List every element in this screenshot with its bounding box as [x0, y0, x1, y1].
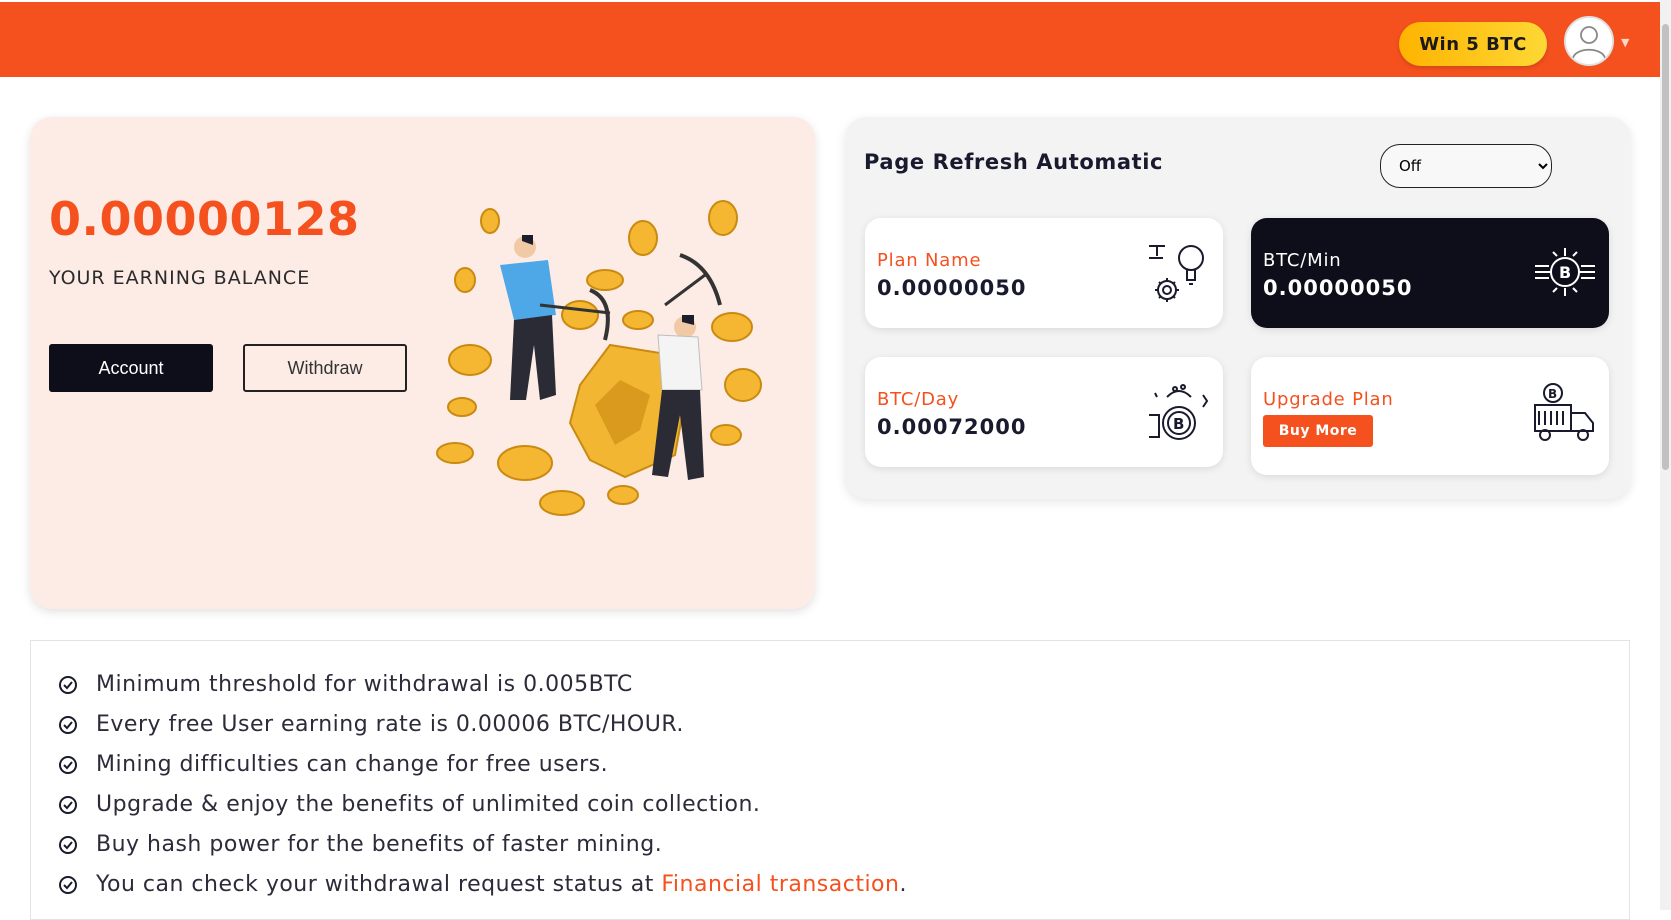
info-item-text: Mining difficulties can change for free …: [96, 752, 609, 777]
scrollbar-thumb[interactable]: [1662, 24, 1669, 470]
info-item-text: Every free User earning rate is 0.00006 …: [96, 712, 684, 737]
svg-text:B: B: [1548, 387, 1557, 401]
buy-more-button[interactable]: Buy More: [1263, 415, 1373, 447]
check-circle-icon: [59, 796, 77, 814]
btc-per-min-stat: BTC/Min 0.00000050 B: [1251, 218, 1609, 328]
user-avatar-icon[interactable]: [1564, 16, 1614, 66]
info-item: Mining difficulties can change for free …: [58, 751, 907, 791]
stat-value: 0.00072000: [877, 415, 1027, 439]
info-item: You can check your withdrawal request st…: [58, 871, 907, 911]
check-circle-icon: [59, 756, 77, 774]
info-item-text: Minimum threshold for withdrawal is 0.00…: [96, 672, 633, 697]
stat-value: 0.00000050: [877, 276, 1027, 300]
info-item-text: Upgrade & enjoy the benefits of unlimite…: [96, 792, 761, 817]
info-list: Minimum threshold for withdrawal is 0.00…: [58, 671, 907, 911]
check-circle-icon: [59, 676, 77, 694]
info-item: Buy hash power for the benefits of faste…: [58, 831, 907, 871]
plan-name-stat: Plan Name 0.00000050: [865, 218, 1223, 328]
earning-balance-value: 0.00000128: [49, 192, 360, 246]
refresh-select[interactable]: Off: [1380, 144, 1552, 188]
stat-label: Upgrade Plan: [1263, 389, 1394, 410]
withdraw-button[interactable]: Withdraw: [243, 344, 407, 392]
check-circle-icon: [59, 716, 77, 734]
win-btc-button[interactable]: Win 5 BTC: [1399, 22, 1547, 66]
account-button[interactable]: Account: [49, 344, 213, 392]
miner-right: [652, 253, 722, 480]
bitcoin-mining-illustration: [436, 200, 762, 516]
stat-label: BTC/Day: [877, 389, 960, 410]
svg-text:B: B: [1173, 415, 1184, 433]
plan-gear-bulb-icon: [1149, 245, 1204, 302]
info-item: Every free User earning rate is 0.00006 …: [58, 711, 907, 751]
info-item: Upgrade & enjoy the benefits of unlimite…: [58, 791, 907, 831]
financial-transaction-link[interactable]: Financial transaction: [661, 872, 899, 897]
bitcoin-chip-icon: B: [1535, 248, 1595, 296]
stat-value: 0.00000050: [1263, 276, 1413, 300]
btc-per-day-stat: BTC/Day 0.00072000 B: [865, 357, 1223, 467]
stat-label: Plan Name: [877, 250, 982, 271]
info-item-suffix: .: [899, 872, 907, 897]
caret-down-icon[interactable]: ▼: [1621, 36, 1629, 49]
info-item-text: Buy hash power for the benefits of faste…: [96, 832, 663, 857]
check-circle-icon: [59, 876, 77, 894]
svg-text:B: B: [1559, 263, 1571, 282]
stat-label: BTC/Min: [1263, 250, 1342, 271]
check-circle-icon: [59, 836, 77, 854]
page-refresh-title: Page Refresh Automatic: [864, 150, 1164, 174]
earning-balance-label: YOUR EARNING BALANCE: [49, 267, 311, 289]
bitcoin-bag-icon: B: [1149, 384, 1209, 440]
upgrade-plan-stat: Upgrade Plan Buy More B: [1251, 357, 1609, 475]
bitcoin-truck-icon: B: [1534, 383, 1594, 441]
info-item: Minimum threshold for withdrawal is 0.00…: [58, 671, 907, 711]
info-item-text: You can check your withdrawal request st…: [96, 872, 662, 897]
